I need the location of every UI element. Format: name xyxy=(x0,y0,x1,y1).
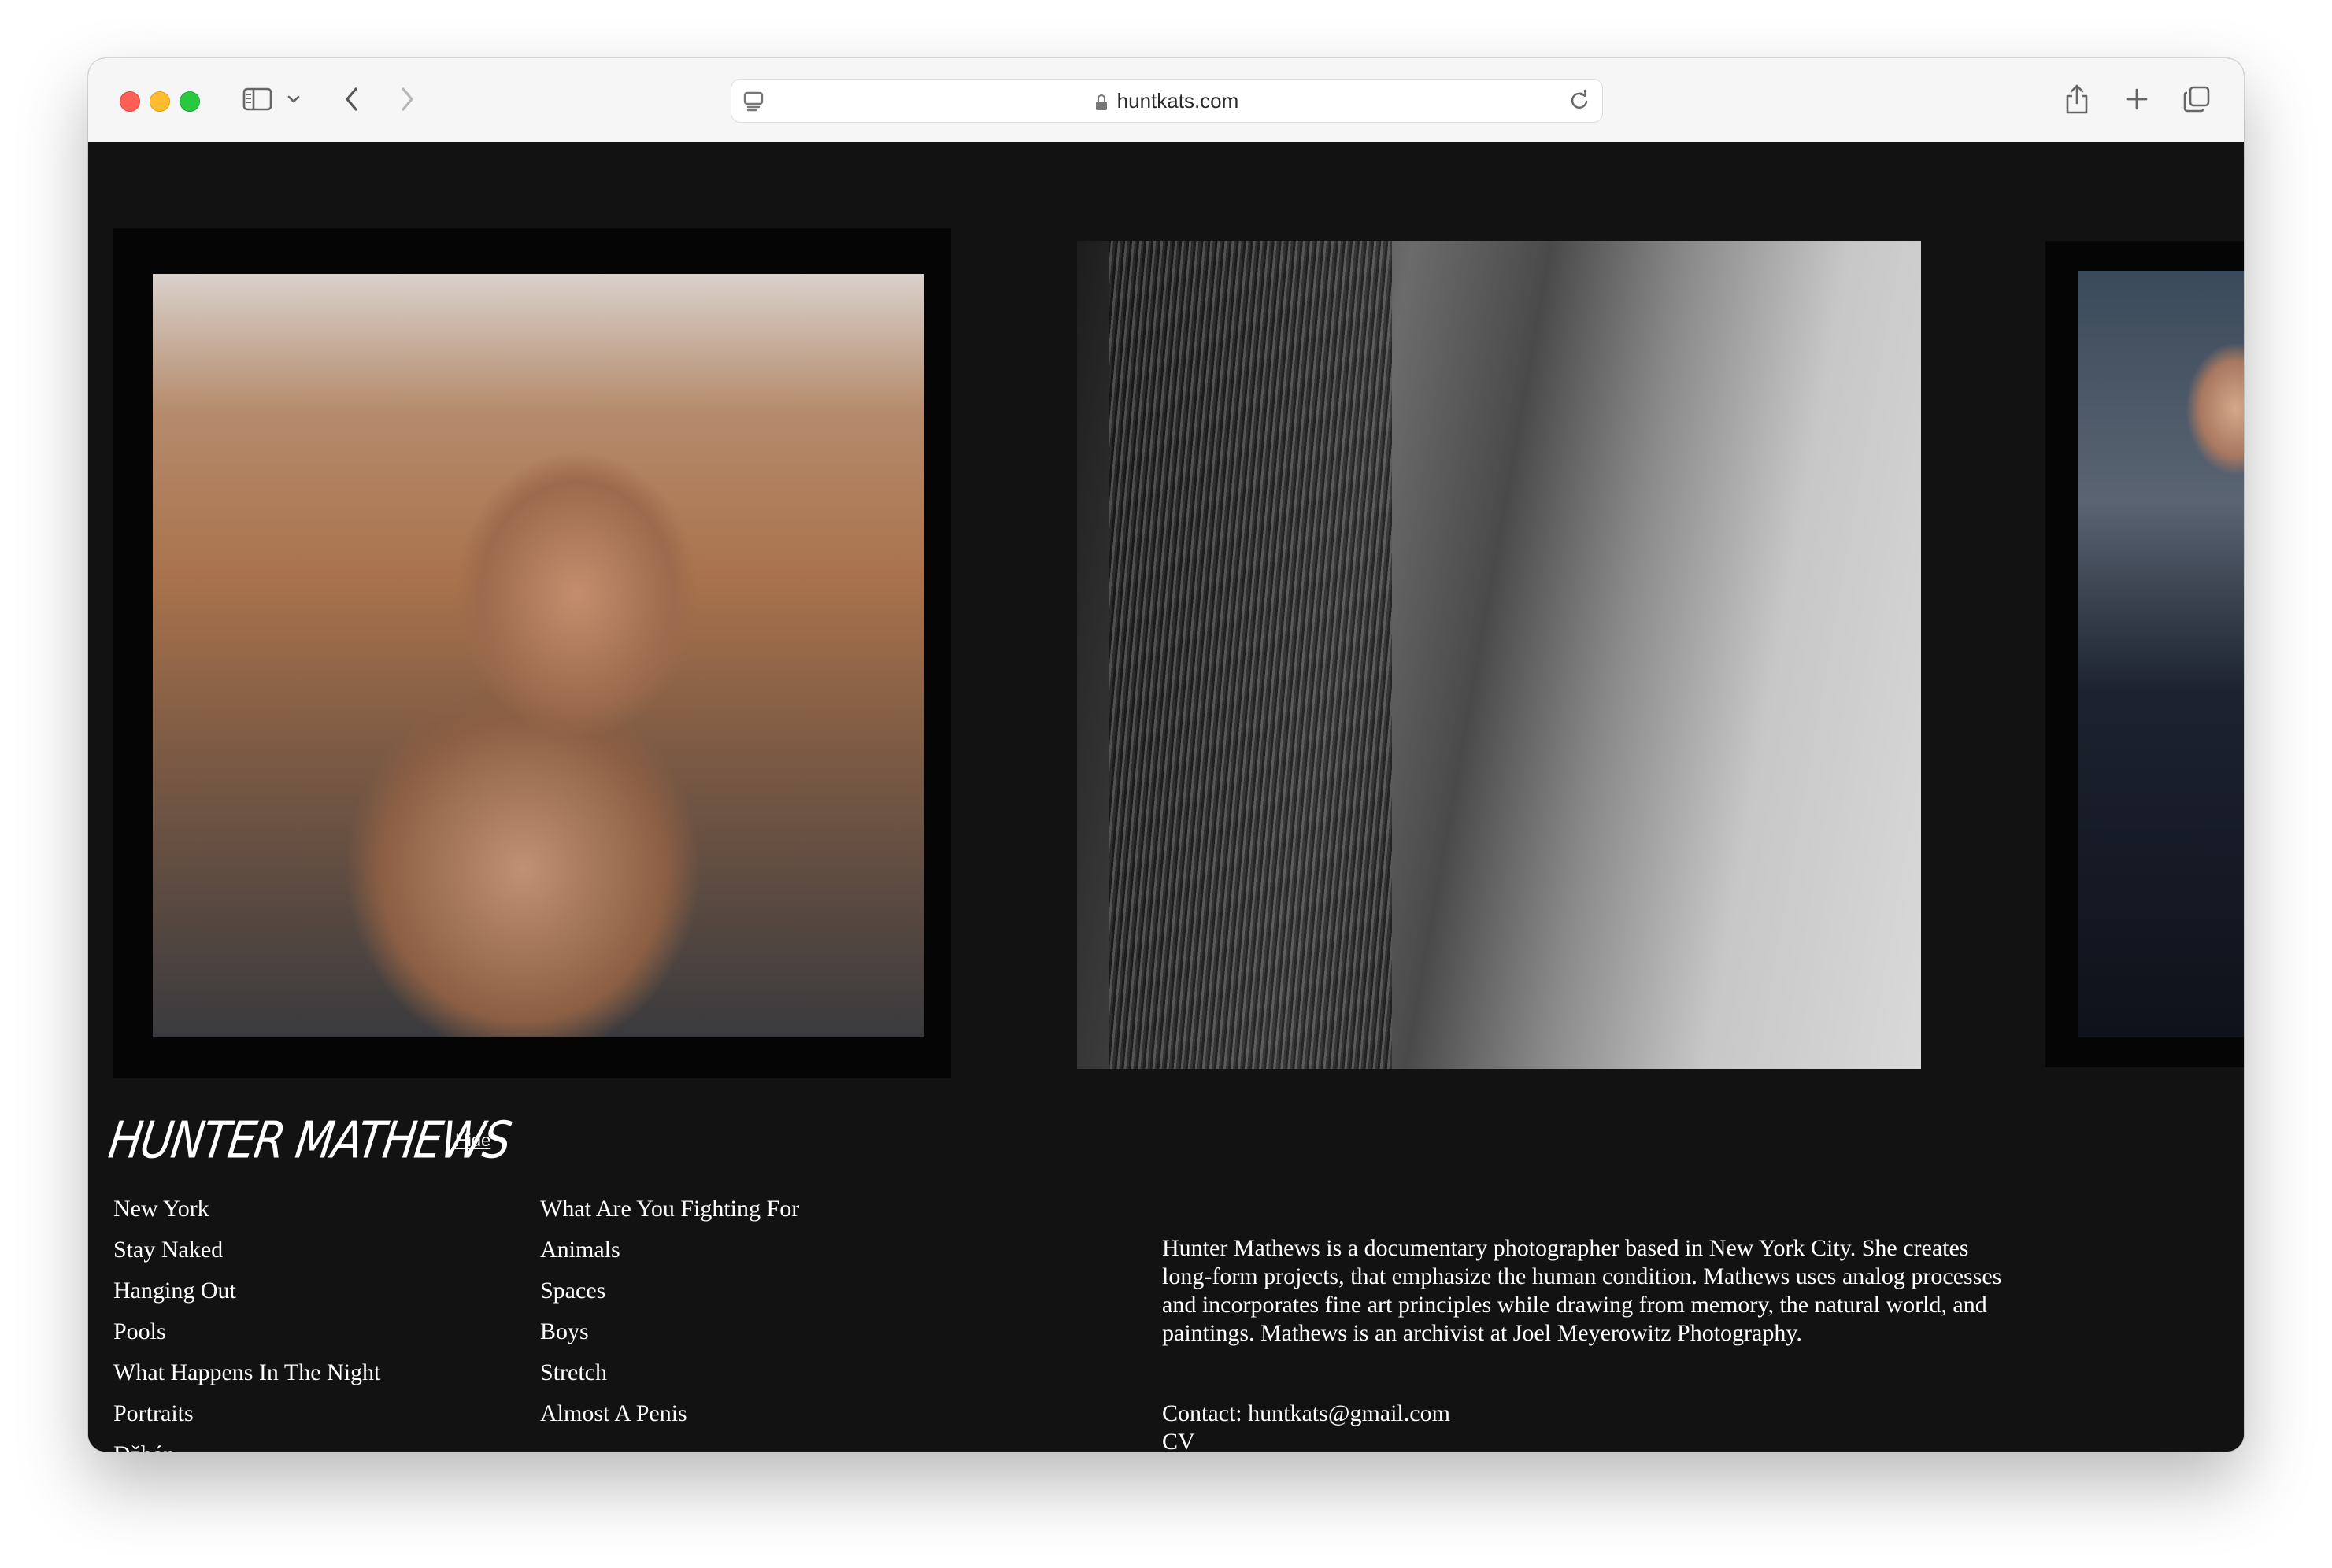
gallery-photo-embrace[interactable] xyxy=(113,228,951,1078)
back-arrow-icon[interactable] xyxy=(339,83,365,115)
browser-toolbar: huntkats.com xyxy=(88,58,2244,142)
address-bar[interactable]: huntkats.com xyxy=(731,79,1603,123)
contact-block: Contact: huntkats@gmail.com CV xyxy=(1162,1400,1450,1452)
lock-icon xyxy=(1095,92,1108,110)
gallery-photo-portrait[interactable] xyxy=(2045,241,2244,1067)
reload-icon[interactable] xyxy=(1568,89,1591,113)
project-nav-column-2: What Are You Fighting For Animals Spaces… xyxy=(540,1193,799,1439)
share-icon[interactable] xyxy=(2061,80,2093,118)
contact-email-link[interactable]: huntkats@gmail.com xyxy=(1248,1400,1450,1426)
cv-link[interactable]: CV xyxy=(1162,1428,1450,1452)
project-nav-column-1: New York Stay Naked Hanging Out Pools Wh… xyxy=(113,1193,380,1452)
nav-item-portraits[interactable]: Portraits xyxy=(113,1398,380,1439)
url-text[interactable]: huntkats.com xyxy=(1117,89,1239,113)
contact-label: Contact: xyxy=(1162,1400,1242,1426)
nav-item-almost-a-penis[interactable]: Almost A Penis xyxy=(540,1398,799,1439)
site-logo[interactable]: HUNTER MATHEWS xyxy=(105,1111,513,1170)
sidebar-toggle-icon[interactable] xyxy=(242,87,272,112)
chevron-down-icon[interactable] xyxy=(285,90,302,109)
nav-item-stay-naked[interactable]: Stay Naked xyxy=(113,1234,380,1275)
nav-item-boys[interactable]: Boys xyxy=(540,1316,799,1357)
plus-icon[interactable] xyxy=(2123,83,2151,115)
tab-overview-icon[interactable] xyxy=(2181,83,2212,115)
close-window-button[interactable] xyxy=(120,91,140,112)
hide-link[interactable]: Hide xyxy=(455,1130,490,1151)
nav-item-animals[interactable]: Animals xyxy=(540,1234,799,1275)
gallery-photo-horse[interactable] xyxy=(1077,241,1921,1069)
nav-item-pools[interactable]: Pools xyxy=(113,1316,380,1357)
nav-item-new-york[interactable]: New York xyxy=(113,1193,380,1234)
nav-item-spaces[interactable]: Spaces xyxy=(540,1275,799,1316)
minimize-window-button[interactable] xyxy=(150,91,170,112)
bio-text: Hunter Mathews is a documentary photogra… xyxy=(1162,1235,2002,1346)
nav-item-what-happens-in-the-night[interactable]: What Happens In The Night xyxy=(113,1357,380,1398)
nav-item-what-are-you-fighting-for[interactable]: What Are You Fighting For xyxy=(540,1193,799,1234)
browser-window: huntkats.com HUNTER MATHEWS Hide New Yor… xyxy=(88,58,2244,1452)
nav-item-stretch[interactable]: Stretch xyxy=(540,1357,799,1398)
nav-item-dzban[interactable]: Džbán xyxy=(113,1439,380,1452)
page-content: HUNTER MATHEWS Hide New York Stay Naked … xyxy=(88,142,2244,1452)
maximize-window-button[interactable] xyxy=(180,91,200,112)
nav-item-hanging-out[interactable]: Hanging Out xyxy=(113,1275,380,1316)
forward-arrow-icon[interactable] xyxy=(394,83,420,115)
